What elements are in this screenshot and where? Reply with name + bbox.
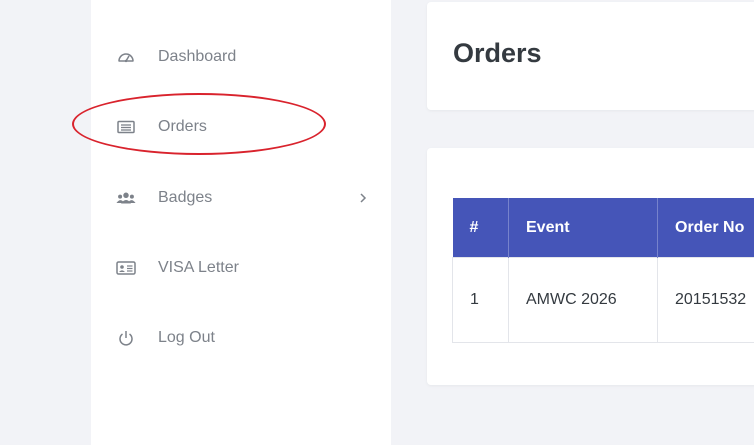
id-card-icon (116, 258, 136, 278)
sidebar-item-badges[interactable]: Badges (91, 178, 391, 218)
order-no-cell: 20151532 (657, 257, 754, 343)
column-header-number: # (452, 198, 509, 258)
sidebar-item-label: Badges (158, 189, 213, 206)
sidebar-item-log-out[interactable]: Log Out (91, 318, 391, 358)
table-row[interactable]: 1 AMWC 2026 20151532 (452, 257, 754, 343)
orders-table: # Event Order No 1 AMWC 2026 20151532 (452, 198, 754, 343)
column-header-event: Event (508, 198, 658, 258)
power-icon (116, 328, 136, 348)
sidebar: Dashboard Orders Badges VISA Letter Log … (91, 0, 391, 445)
table-header-row: # Event Order No (452, 198, 754, 258)
page-title: Orders (453, 38, 542, 68)
orders-table-card: # Event Order No 1 AMWC 2026 20151532 (427, 148, 754, 385)
sidebar-item-label: Dashboard (158, 48, 237, 65)
page-header-card: Orders (427, 2, 754, 110)
sidebar-item-orders[interactable]: Orders (91, 107, 391, 147)
event-cell: AMWC 2026 (508, 257, 658, 343)
sidebar-item-label: Log Out (158, 329, 215, 346)
sidebar-item-visa-letter[interactable]: VISA Letter (91, 248, 391, 288)
dashboard-gauge-icon (116, 47, 136, 67)
orders-list-icon (116, 117, 136, 137)
sidebar-item-dashboard[interactable]: Dashboard (91, 37, 391, 77)
sidebar-item-label: VISA Letter (158, 259, 239, 276)
users-group-icon (116, 188, 136, 208)
row-number-cell: 1 (452, 257, 509, 343)
column-header-order-no: Order No (657, 198, 754, 258)
sidebar-item-label: Orders (158, 118, 207, 135)
chevron-right-icon[interactable] (357, 192, 369, 204)
